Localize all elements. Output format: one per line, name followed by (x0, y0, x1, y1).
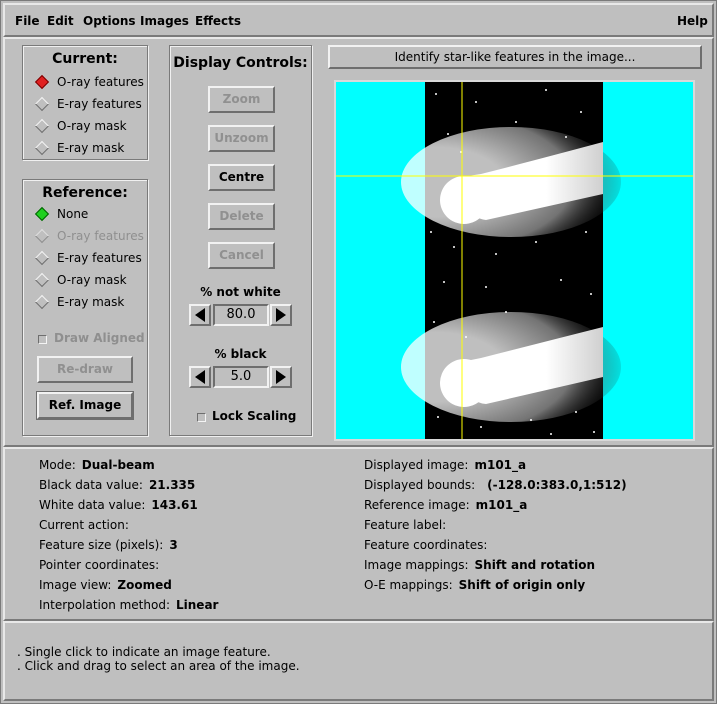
display-controls-title: Display Controls: (173, 55, 308, 71)
radio-current-oray-features[interactable]: O-ray features (33, 74, 144, 90)
left-arrow-icon (195, 370, 205, 384)
info-oe-mappings: O-E mappings: Shift of origin only (364, 578, 586, 592)
black-decrease-button[interactable] (189, 366, 211, 388)
radio-icon (34, 294, 50, 310)
radio-reference-eray-mask[interactable]: E-ray mask (33, 294, 124, 310)
radio-label: None (57, 207, 89, 221)
image-display[interactable] (334, 80, 695, 441)
radio-label: O-ray features (57, 75, 144, 89)
redraw-button[interactable]: Re-draw (37, 356, 133, 383)
not-white-decrease-button[interactable] (189, 304, 211, 326)
oray-galaxy (401, 127, 621, 237)
not-white-increase-button[interactable] (270, 304, 292, 326)
info-panel: Mode: Dual-beam Black data value: 21.335 W… (3, 447, 714, 621)
reference-title: Reference: (42, 185, 128, 201)
info-image-view: Image view: Zoomed (39, 578, 172, 592)
message-line-1: . Single click to indicate an image feat… (17, 645, 271, 659)
radio-label: E-ray mask (57, 141, 125, 155)
radio-current-oray-mask[interactable]: O-ray mask (33, 118, 127, 134)
radio-icon (34, 96, 50, 112)
reference-frame: Reference: None O-ray features E-ray fea… (22, 179, 148, 436)
radio-current-eray-features[interactable]: E-ray features (33, 96, 142, 112)
info-interpolation: Interpolation method: Linear (39, 598, 219, 612)
message-panel: . Single click to indicate an image feat… (3, 621, 714, 701)
info-image-mappings: Image mappings: Shift and rotation (364, 558, 596, 572)
radio-icon (34, 118, 50, 134)
black-increase-button[interactable] (270, 366, 292, 388)
black-label: % black (214, 347, 267, 361)
delete-button[interactable]: Delete (208, 203, 275, 230)
eray-galaxy (401, 312, 621, 422)
right-arrow-icon (276, 308, 286, 322)
current-frame: Current: O-ray features E-ray features O… (22, 45, 148, 160)
image-canvas[interactable] (336, 82, 693, 439)
radio-icon (34, 272, 50, 288)
radio-reference-none[interactable]: None (33, 206, 88, 222)
lock-scaling-checkbox[interactable] (197, 413, 206, 422)
radio-label: E-ray mask (57, 295, 125, 309)
ref-image-button[interactable]: Ref. Image (37, 392, 133, 419)
radio-reference-oray-mask[interactable]: O-ray mask (33, 272, 127, 288)
info-white-value: White data value: 143.61 (39, 498, 198, 512)
info-feature-label: Feature label: (364, 518, 447, 532)
radio-icon (34, 228, 50, 244)
unzoom-button[interactable]: Unzoom (208, 125, 275, 152)
menubar: File Edit Options Images Effects Help (3, 3, 714, 37)
zoom-button[interactable]: Zoom (208, 86, 275, 113)
radio-reference-eray-features[interactable]: E-ray features (33, 250, 142, 266)
cancel-button[interactable]: Cancel (208, 242, 275, 269)
radio-label: E-ray features (57, 97, 142, 111)
right-arrow-icon (276, 370, 286, 384)
radio-reference-oray-features: O-ray features (33, 228, 144, 244)
radio-icon (34, 140, 50, 156)
radio-label: O-ray mask (57, 119, 127, 133)
current-title: Current: (52, 51, 118, 67)
radio-selected-icon (34, 74, 50, 90)
menu-options[interactable]: Options (83, 14, 136, 28)
lock-scaling-label: Lock Scaling (212, 409, 297, 423)
info-current-action: Current action: (39, 518, 129, 532)
display-controls-frame: Display Controls: Zoom Unzoom Centre Del… (169, 45, 312, 436)
menu-edit[interactable]: Edit (47, 14, 74, 28)
info-feature-size: Feature size (pixels): 3 (39, 538, 178, 552)
radio-icon (34, 250, 50, 266)
menu-file[interactable]: File (15, 14, 40, 28)
message-line-2: . Click and drag to select an area of th… (17, 659, 300, 673)
not-white-value[interactable]: 80.0 (213, 304, 269, 326)
info-pointer-coordinates: Pointer coordinates: (39, 558, 160, 572)
not-white-label: % not white (200, 285, 281, 299)
info-feature-coordinates: Feature coordinates: (364, 538, 488, 552)
info-mode: Mode: Dual-beam (39, 458, 155, 472)
main-window: File Edit Options Images Effects Help Cu… (0, 0, 717, 704)
radio-current-eray-mask[interactable]: E-ray mask (33, 140, 124, 156)
radio-selected-icon (34, 206, 50, 222)
left-arrow-icon (195, 308, 205, 322)
info-displayed-bounds: Displayed bounds: (-128.0:383.0,1:512) (364, 478, 627, 492)
radio-label: E-ray features (57, 251, 142, 265)
menu-effects[interactable]: Effects (195, 14, 241, 28)
info-black-value: Black data value: 21.335 (39, 478, 196, 492)
draw-aligned-checkbox[interactable] (38, 335, 47, 344)
centre-button[interactable]: Centre (208, 164, 275, 191)
info-reference-image: Reference image: m101_a (364, 498, 528, 512)
black-value[interactable]: 5.0 (213, 366, 269, 388)
menu-help[interactable]: Help (677, 14, 708, 28)
menu-images[interactable]: Images (140, 14, 189, 28)
draw-aligned-label: Draw Aligned (54, 331, 145, 345)
radio-label: O-ray mask (57, 273, 127, 287)
info-displayed-image: Displayed image: m101_a (364, 458, 527, 472)
status-prompt: Identify star-like features in the image… (328, 45, 702, 69)
radio-label: O-ray features (57, 229, 144, 243)
